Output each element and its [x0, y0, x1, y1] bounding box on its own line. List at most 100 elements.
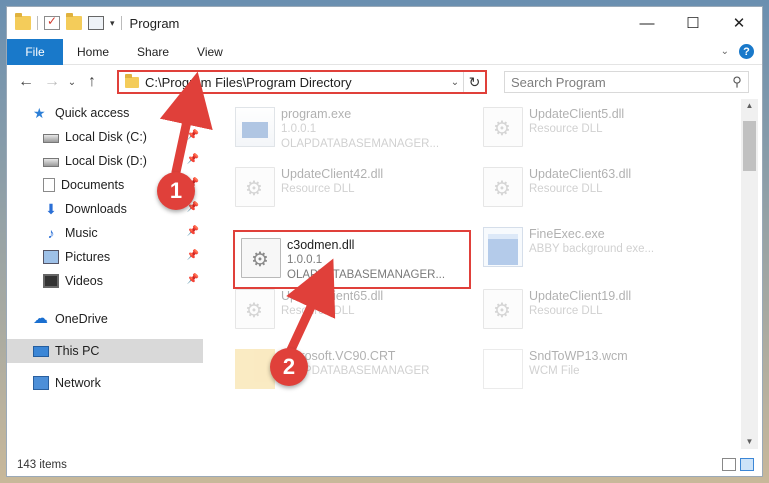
- item-count: 143 items: [17, 459, 67, 471]
- file-item-c3odmen-dll[interactable]: c3odmen.dll 1.0.0.1 OLAPDATABASEMANAGER.…: [233, 230, 471, 289]
- sidebar-item-local-disk-d[interactable]: Local Disk (D:) 📌: [7, 149, 203, 173]
- file-name: FineExec.exe: [529, 227, 605, 241]
- tab-view[interactable]: View: [183, 39, 237, 65]
- network-icon: [33, 376, 49, 390]
- file-name: UpdateClient65.dll: [281, 289, 384, 303]
- folder-icon[interactable]: [15, 13, 31, 30]
- pin-icon: 📌: [186, 226, 199, 237]
- search-icon[interactable]: ⚲: [726, 74, 748, 90]
- file-version: 1.0.0.1: [287, 254, 323, 266]
- file-type: WCM File: [529, 365, 580, 377]
- details-view-icon[interactable]: [722, 458, 736, 471]
- status-bar: 143 items: [7, 454, 762, 476]
- dll-icon: [241, 238, 281, 278]
- file-company: OLAPDATABASEMANAGER...: [287, 269, 446, 281]
- sidebar-item-this-pc[interactable]: This PC: [7, 339, 203, 363]
- scroll-down-arrow-icon[interactable]: ▼: [741, 435, 758, 449]
- file-item-updateclient63[interactable]: UpdateClient63.dll Resource DLL: [477, 161, 707, 213]
- scroll-up-arrow-icon[interactable]: ▲: [741, 99, 758, 113]
- exe-icon: [235, 107, 275, 147]
- refresh-icon[interactable]: ↻: [463, 72, 485, 92]
- sidebar-item-network[interactable]: Network: [7, 371, 203, 395]
- folder-icon: [125, 73, 139, 88]
- tab-file[interactable]: File: [7, 38, 63, 65]
- file-name: UpdateClient5.dll: [529, 107, 625, 121]
- disk-icon: [43, 158, 59, 167]
- toolbar-divider: [37, 16, 38, 30]
- download-icon: ⬇: [45, 201, 57, 217]
- search-input[interactable]: Search Program ⚲: [504, 71, 749, 93]
- sidebar-item-pictures[interactable]: Pictures 📌: [7, 245, 203, 269]
- back-arrow-icon[interactable]: ←: [13, 73, 39, 91]
- documents-icon: [43, 178, 55, 192]
- tiles-view-icon[interactable]: [740, 458, 754, 471]
- sidebar-item-quick-access[interactable]: ★ Quick access: [7, 101, 203, 125]
- folder-icon: [235, 349, 275, 389]
- help-icon[interactable]: ?: [739, 44, 754, 59]
- sidebar-item-music[interactable]: ♪ Music 📌: [7, 221, 203, 245]
- file-icon: [483, 349, 523, 389]
- address-dropdown-chevron-icon[interactable]: ⌄: [447, 77, 463, 88]
- sidebar-item-label: Music: [65, 226, 98, 240]
- scroll-thumb[interactable]: [743, 121, 756, 171]
- tab-home[interactable]: Home: [63, 39, 123, 65]
- file-name: SndToWP13.wcm: [529, 349, 628, 363]
- dll-icon: [483, 167, 523, 207]
- file-type: Resource DLL: [529, 305, 603, 317]
- file-item-sndtowp13[interactable]: SndToWP13.wcm WCM File: [477, 343, 707, 395]
- recent-locations-chevron-icon[interactable]: ⌄: [65, 77, 79, 88]
- file-name: program.exe: [281, 107, 352, 121]
- file-name: c3odmen.dll: [287, 238, 355, 252]
- file-item-vc90-crt[interactable]: Microsoft.VC90.CRT OLAPDATABASEMANAGER: [229, 343, 459, 395]
- file-item-fineexec[interactable]: FineExec.exe ABBY background exe...: [477, 221, 707, 273]
- expand-ribbon-chevron-icon[interactable]: ⌄: [721, 46, 729, 57]
- customize-toolbar-chevron-icon[interactable]: ▾: [110, 18, 115, 29]
- sidebar-item-label: Documents: [61, 178, 125, 192]
- sidebar-item-videos[interactable]: Videos 📌: [7, 269, 203, 293]
- tab-share[interactable]: Share: [123, 39, 183, 65]
- file-name: UpdateClient19.dll: [529, 289, 632, 303]
- window-icon: [483, 227, 523, 267]
- file-item-updateclient5[interactable]: UpdateClient5.dll Resource DLL: [477, 101, 707, 153]
- address-path[interactable]: C:\Program Files\Program Directory: [145, 75, 447, 90]
- sidebar-item-label: Quick access: [55, 106, 130, 120]
- quick-access-toolbar: ▾: [15, 13, 122, 30]
- minimize-button[interactable]: —: [624, 7, 670, 39]
- search-placeholder: Search Program: [511, 74, 606, 90]
- forward-arrow-icon[interactable]: →: [39, 73, 65, 91]
- sidebar-item-label: Local Disk (C:): [65, 130, 147, 144]
- window-controls: — ☐ ✕: [624, 7, 762, 39]
- dll-icon: [235, 289, 275, 329]
- file-item-updateclient19[interactable]: UpdateClient19.dll Resource DLL: [477, 283, 707, 335]
- file-item-updateclient42[interactable]: UpdateClient42.dll Resource DLL: [229, 161, 459, 213]
- file-version: 1.0.0.1: [281, 123, 317, 135]
- new-folder-icon[interactable]: [66, 13, 82, 30]
- file-type: Resource DLL: [281, 305, 355, 317]
- annotation-badge-1: 1: [157, 172, 195, 210]
- sidebar-item-onedrive[interactable]: ☁ OneDrive: [7, 307, 203, 331]
- vertical-scrollbar[interactable]: ▲ ▼: [741, 99, 758, 449]
- pin-icon: 📌: [186, 250, 199, 261]
- properties-check-icon[interactable]: [44, 14, 60, 30]
- view-properties-icon[interactable]: [88, 16, 104, 30]
- toolbar-divider: [120, 16, 122, 30]
- up-arrow-icon[interactable]: ↑: [79, 73, 105, 91]
- window-title: Program: [129, 15, 180, 31]
- close-button[interactable]: ✕: [716, 7, 762, 39]
- file-item-updateclient65[interactable]: UpdateClient65.dll Resource DLL: [229, 283, 459, 335]
- ribbon-tabs: File Home Share View ⌄ ?: [7, 38, 762, 65]
- maximize-button[interactable]: ☐: [670, 7, 716, 39]
- sidebar-item-label: Local Disk (D:): [65, 154, 147, 168]
- pin-icon: 📌: [186, 130, 199, 141]
- sidebar-item-label: Pictures: [65, 250, 111, 264]
- file-item-program-exe[interactable]: program.exe 1.0.0.1 OLAPDATABASEMANAGER.…: [229, 101, 459, 153]
- file-name: UpdateClient63.dll: [529, 167, 632, 181]
- sidebar-item-local-disk-c[interactable]: Local Disk (C:) 📌: [7, 125, 203, 149]
- address-bar[interactable]: C:\Program Files\Program Directory ⌄ ↻: [117, 70, 487, 94]
- file-type: Resource DLL: [529, 183, 603, 195]
- navigation-pane: ★ Quick access Local Disk (C:) 📌 Local D…: [7, 99, 203, 449]
- file-description: ABBY background exe...: [529, 243, 655, 255]
- music-icon: ♪: [47, 225, 55, 241]
- dll-icon: [483, 107, 523, 147]
- navigation-bar: ← → ⌄ ↑ C:\Program Files\Program Directo…: [7, 66, 762, 98]
